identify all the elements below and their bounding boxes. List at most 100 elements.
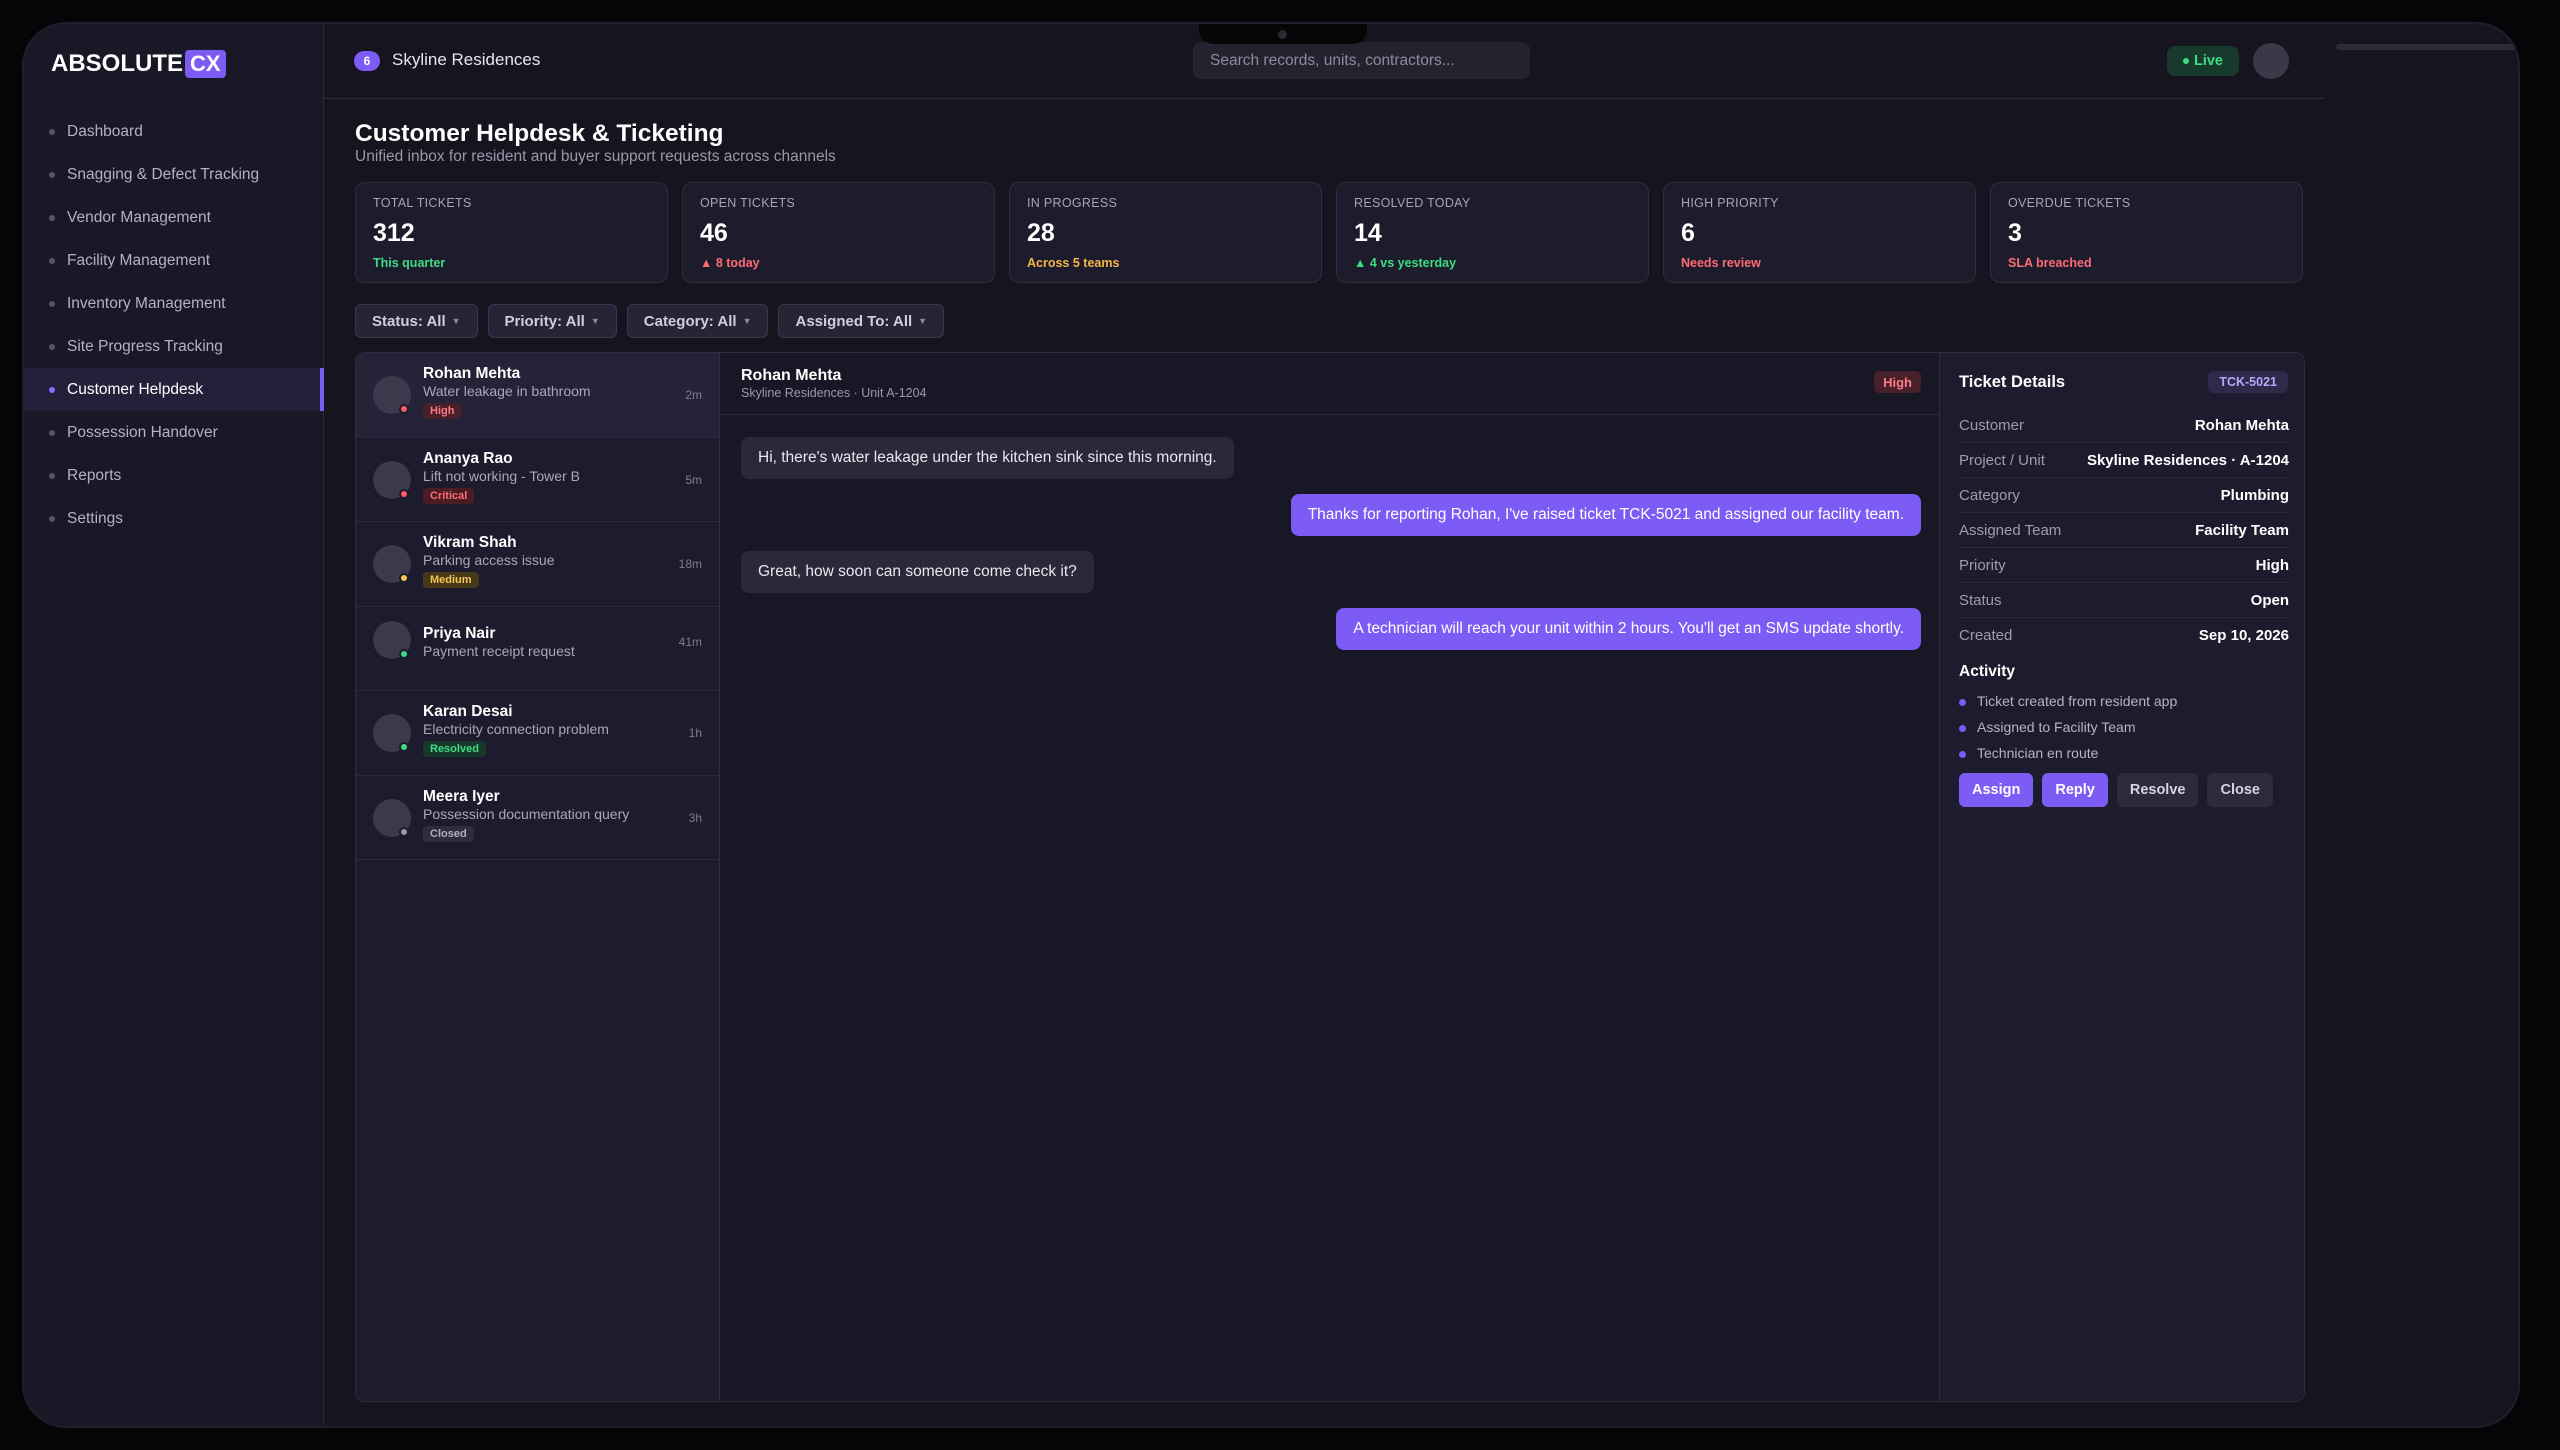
activity-item: Technician en route (1959, 745, 2098, 761)
stat-value: 14 (1354, 219, 1382, 247)
detail-row: Priority High (1959, 548, 2289, 583)
project-selector[interactable]: Skyline Residences (392, 50, 540, 70)
sidebar-item-label: Snagging & Defect Tracking (67, 165, 260, 183)
ticket-list-item[interactable]: Karan Desai Electricity connection proble… (356, 691, 719, 776)
sidebar-item-label: Inventory Management (67, 294, 226, 312)
ticket-status-tag: High (423, 403, 462, 419)
bullet-icon (49, 258, 55, 264)
message-outgoing: Thanks for reporting Rohan, I've raised … (1290, 494, 1921, 536)
details-title: Ticket Details (1959, 373, 2066, 391)
stat-card[interactable]: OPEN TICKETS 46 ▲ 8 today (682, 182, 995, 283)
sidebar-item-snagging[interactable]: Snagging & Defect Tracking (24, 153, 324, 196)
stat-card[interactable]: HIGH PRIORITY 6 Needs review (1663, 182, 1976, 283)
ticket-status-tag: Closed (423, 825, 474, 842)
ticket-status-tag: Medium (423, 572, 479, 588)
stat-label: IN PROGRESS (1027, 196, 1118, 210)
ticket-time: 1h (688, 726, 702, 740)
ticket-list-item[interactable]: Vikram Shah Parking access issue Medium 18m (356, 522, 719, 607)
ticket-list-item[interactable]: Meera Iyer Possession documentation query… (356, 776, 719, 860)
scroll-indicator (2336, 44, 2518, 50)
message-incoming: Hi, there's water leakage under the kitc… (741, 437, 1234, 479)
sidebar-item-possession[interactable]: Possession Handover (24, 411, 324, 454)
status-dot-icon (399, 573, 409, 583)
category-filter[interactable]: Category: All ▼ (626, 304, 769, 338)
priority-filter[interactable]: Priority: All ▼ (487, 304, 617, 338)
live-status-badge: Live (2167, 46, 2239, 76)
stat-value: 3 (2008, 219, 2022, 247)
status-dot-icon (399, 488, 409, 499)
stat-label: HIGH PRIORITY (1681, 196, 1779, 210)
sidebar-item-site-progress[interactable]: Site Progress Tracking (24, 325, 324, 368)
chevron-down-icon: ▼ (590, 316, 600, 326)
sidebar-item-label: Settings (67, 509, 124, 527)
bullet-icon (49, 129, 55, 135)
detail-value: Plumbing (2220, 486, 2289, 504)
assign-button[interactable]: Assign (1959, 773, 2034, 807)
ticket-list-item[interactable]: Ananya Rao Lift not working - Tower B Crit… (356, 438, 719, 522)
assigned-filter[interactable]: Assigned To: All ▼ (778, 304, 945, 338)
ticket-customer-name: Karan Desai (423, 703, 513, 720)
ticket-customer-name: Priya Nair (423, 624, 496, 642)
ticket-time: 3h (688, 810, 702, 825)
stat-card[interactable]: IN PROGRESS 28 Across 5 teams (1009, 182, 1322, 283)
stat-value: 312 (373, 219, 415, 247)
avatar[interactable] (2253, 43, 2289, 79)
sidebar-item-dashboard[interactable]: Dashboard (24, 110, 324, 153)
stat-note: ▲ 4 vs yesterday (1354, 256, 1457, 270)
stat-label: OVERDUE TICKETS (2008, 196, 2131, 210)
brand-suffix: CX (185, 50, 226, 78)
search-input[interactable] (1193, 42, 1530, 79)
ticket-customer-name: Ananya Rao (423, 449, 513, 467)
ticket-subject: Payment receipt request (423, 642, 575, 659)
sidebar-item-inventory[interactable]: Inventory Management (24, 282, 324, 325)
stat-note: Across 5 teams (1027, 256, 1120, 270)
stat-card[interactable]: TOTAL TICKETS 312 This quarter (355, 182, 668, 283)
ticket-list-item[interactable]: Rohan Mehta Water leakage in bathroom High… (356, 353, 719, 438)
activity-item: Assigned to Facility Team (1959, 719, 2135, 735)
detail-key: Status (1959, 591, 2002, 609)
sidebar-item-label: Facility Management (67, 251, 211, 269)
detail-row: Created Sep 10, 2026 (1959, 618, 2289, 653)
detail-key: Priority (1959, 556, 2006, 574)
ticket-id-badge: TCK-5021 (2208, 371, 2288, 393)
sidebar-item-label: Possession Handover (67, 423, 218, 441)
message-incoming: Great, how soon can someone come check i… (741, 551, 1094, 593)
detail-key: Created (1959, 627, 2013, 644)
detail-value: Skyline Residences · A-1204 (2086, 451, 2289, 469)
ticket-actions: Assign Reply Resolve Close (1959, 773, 2273, 807)
detail-value: Open (2250, 591, 2289, 609)
status-dot-icon (399, 742, 409, 752)
close-button[interactable]: Close (2207, 773, 2273, 807)
sidebar-item-label: Site Progress Tracking (67, 337, 223, 355)
reply-button[interactable]: Reply (2042, 773, 2108, 807)
resolve-button[interactable]: Resolve (2116, 773, 2199, 807)
ticket-list-item[interactable]: Priya Nair Payment receipt request 41m (356, 607, 719, 691)
detail-row: Project / Unit Skyline Residences · A-120… (1959, 443, 2289, 478)
sidebar-item-reports[interactable]: Reports (24, 454, 324, 497)
activity-item: Ticket created from resident app (1959, 693, 2177, 709)
detail-row: Customer Rohan Mehta (1959, 408, 2289, 443)
stat-label: OPEN TICKETS (700, 196, 796, 210)
sidebar-item-helpdesk[interactable]: Customer Helpdesk (24, 368, 324, 411)
ticket-subject: Electricity connection problem (423, 721, 609, 737)
live-label: Live (2193, 53, 2223, 69)
sidebar-item-settings[interactable]: Settings (24, 497, 324, 540)
sidebar-item-label: Reports (67, 466, 122, 484)
ticket-time: 5m (685, 472, 702, 487)
detail-value: Sep 10, 2026 (2198, 627, 2289, 644)
stat-card[interactable]: OVERDUE TICKETS 3 SLA breached (1990, 182, 2303, 283)
ticket-details-panel: Ticket Details TCK-5021 Customer Rohan Me… (1939, 353, 2304, 1401)
sidebar-item-vendor[interactable]: Vendor Management (24, 196, 324, 239)
filter-bar: Status: All ▼ Priority: All ▼ Category: Al… (355, 304, 945, 338)
stat-note: ▲ 8 today (700, 256, 760, 270)
filter-label: Assigned To: All (795, 312, 913, 330)
brand-logo[interactable]: ABSOLUTE CX (51, 50, 226, 78)
project-count-badge: 6 (354, 51, 380, 71)
sidebar-item-facility[interactable]: Facility Management (24, 239, 324, 282)
status-filter[interactable]: Status: All ▼ (355, 304, 478, 338)
stat-note: SLA breached (2008, 256, 2092, 270)
chevron-down-icon: ▼ (742, 316, 752, 326)
detail-value: Rohan Mehta (2194, 416, 2289, 434)
stat-card[interactable]: RESOLVED TODAY 14 ▲ 4 vs yesterday (1336, 182, 1649, 283)
chevron-down-icon: ▼ (918, 316, 928, 326)
